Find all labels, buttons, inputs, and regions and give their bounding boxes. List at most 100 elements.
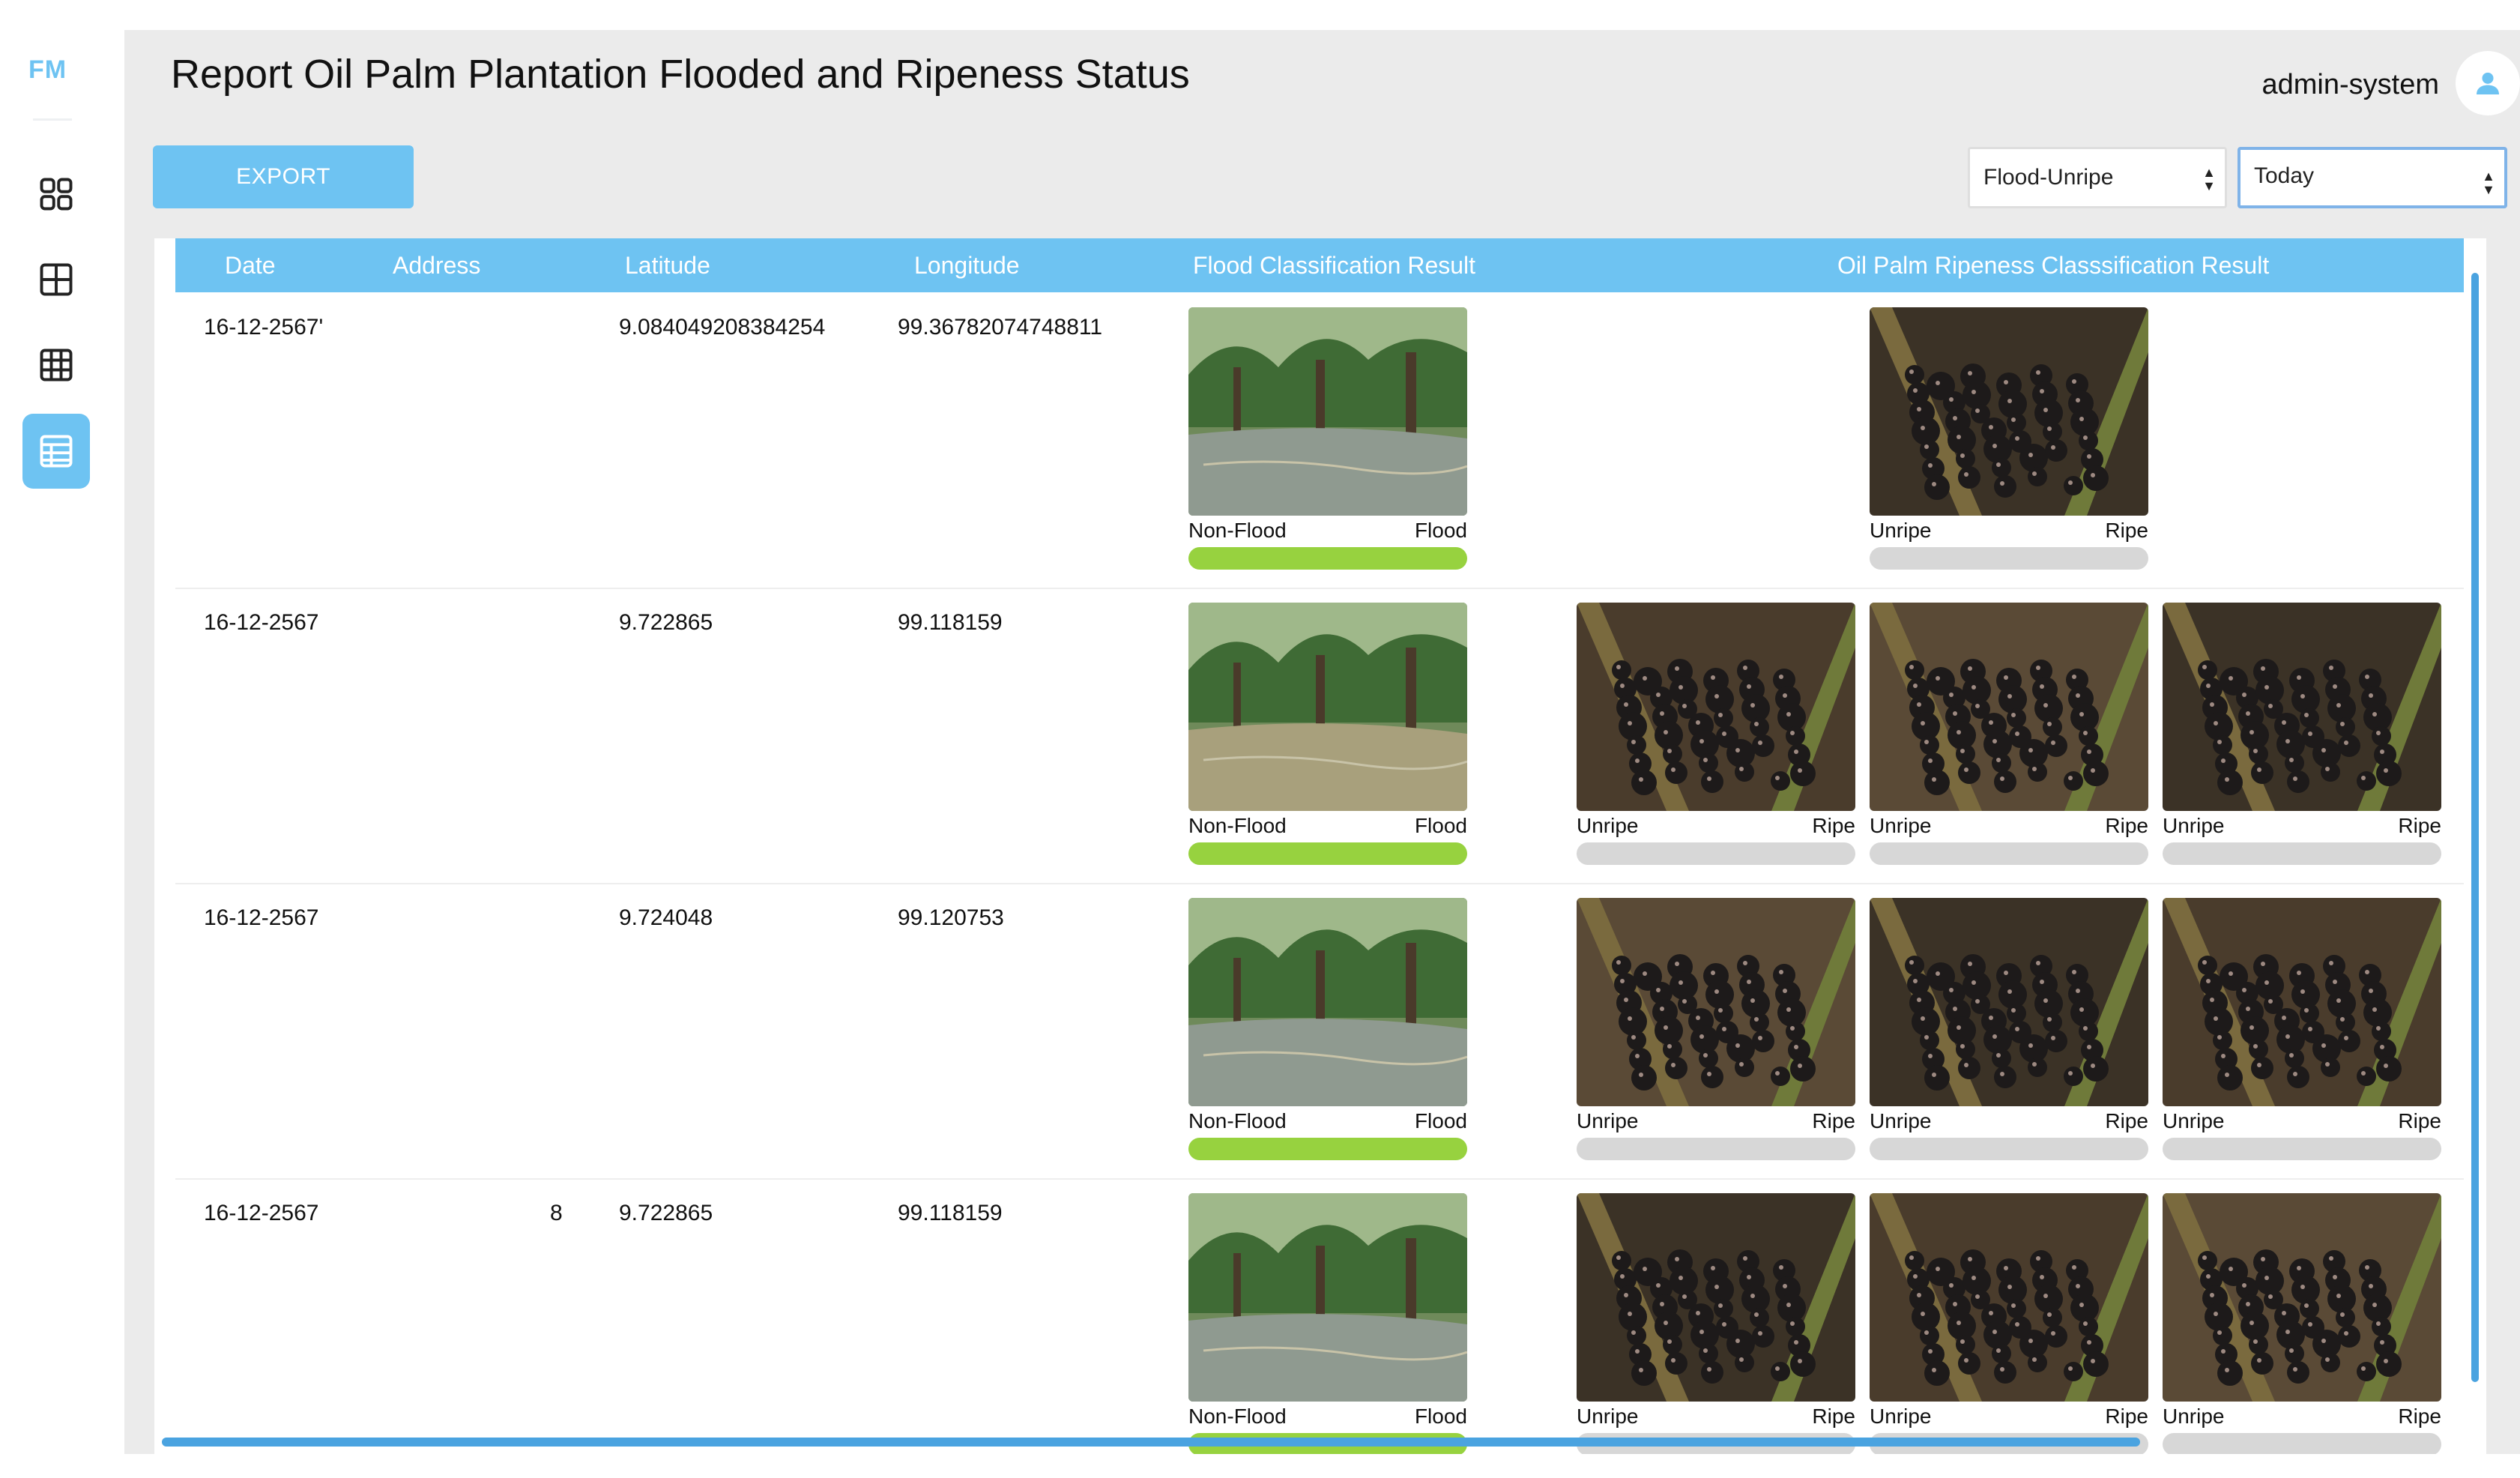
scale-right-label: Flood: [1414, 1405, 1467, 1428]
ripeness-progress-bar: [2163, 1433, 2441, 1454]
page-title: Report Oil Palm Plantation Flooded and R…: [171, 52, 1190, 97]
flood-result: Non-Flood Flood: [1188, 603, 1467, 865]
row-longitude: 99.120753: [898, 905, 1004, 930]
ripeness-result: Unripe Ripe: [1870, 1193, 2148, 1454]
scale-right-label: Ripe: [2398, 814, 2441, 837]
scale-left-label: Non-Flood: [1188, 519, 1287, 542]
scale-right-label: Ripe: [1812, 1109, 1855, 1132]
scale-left-label: Unripe: [1870, 519, 1932, 542]
sidebar-item-grid[interactable]: [22, 246, 90, 313]
flood-progress-bar: [1188, 842, 1467, 865]
row-longitude: 99.118159: [898, 1201, 1003, 1225]
scale-left-label: Unripe: [1577, 1109, 1639, 1132]
row-latitude: 9.722865: [619, 1201, 713, 1225]
table-header: Date Address Latitude Longitude Flood Cl…: [175, 238, 2464, 292]
vertical-scrollbar[interactable]: [2471, 273, 2479, 1382]
ripeness-progress-bar: [2163, 842, 2441, 865]
result-scale-labels: Unripe Ripe: [2163, 1109, 2441, 1135]
row-latitude: 9.722865: [619, 610, 713, 635]
export-button[interactable]: EXPORT: [153, 145, 414, 208]
scale-left-label: Unripe: [1577, 814, 1639, 837]
select-arrows-icon: ▲ ▼: [2482, 169, 2495, 197]
table-row[interactable]: 16-12-2567 8 9.722865 99.118159 Non-Flood Flo…: [175, 1178, 2464, 1454]
result-scale-labels: Non-Flood Flood: [1188, 1109, 1467, 1135]
user-name: admin-system: [2261, 69, 2440, 100]
avatar[interactable]: [2456, 51, 2520, 115]
main-panel: › Report Oil Palm Plantation Flooded and…: [124, 30, 2520, 1454]
status-filter-select[interactable]: Flood-Unripe ▲ ▼: [1968, 147, 2227, 208]
result-scale-labels: Unripe Ripe: [2163, 1405, 2441, 1430]
scale-right-label: Ripe: [2105, 1109, 2148, 1132]
row-longitude: 99.36782074748811: [898, 315, 1103, 340]
row-date: 16-12-2567: [204, 1201, 319, 1225]
ripeness-result: Unripe Ripe: [1870, 898, 2148, 1160]
palm-bunch-photo[interactable]: [2163, 603, 2441, 811]
column-longitude[interactable]: Longitude: [914, 252, 1020, 280]
scale-right-label: Ripe: [2398, 1405, 2441, 1428]
result-scale-labels: Non-Flood Flood: [1188, 1405, 1467, 1430]
ripeness-progress-bar: [1577, 842, 1855, 865]
scale-right-label: Flood: [1414, 1109, 1467, 1132]
scale-right-label: Ripe: [2105, 519, 2148, 542]
column-latitude[interactable]: Latitude: [625, 252, 710, 280]
sidebar-item-dashboard[interactable]: [22, 160, 90, 228]
date-range-value: Today: [2254, 163, 2315, 188]
table-row[interactable]: 16-12-2567 9.724048 99.120753 Non-Flood Floo…: [175, 883, 2464, 1180]
palm-bunch-photo[interactable]: [1870, 898, 2148, 1106]
result-scale-labels: Non-Flood Flood: [1188, 519, 1467, 544]
sidebar: FM: [0, 0, 124, 1478]
row-address: 8: [550, 1201, 563, 1225]
report-table: Date Address Latitude Longitude Flood Cl…: [154, 238, 2486, 1454]
flood-result: Non-Flood Flood: [1188, 307, 1467, 570]
flood-photo[interactable]: [1188, 603, 1467, 811]
flood-photo[interactable]: [1188, 1193, 1467, 1402]
scale-left-label: Unripe: [1577, 1405, 1639, 1428]
ripeness-result: Unripe Ripe: [2163, 898, 2441, 1160]
result-scale-labels: Unripe Ripe: [1870, 814, 2148, 839]
ripeness-result: Unripe Ripe: [1577, 603, 1855, 865]
scale-right-label: Flood: [1414, 519, 1467, 542]
column-ripeness-result[interactable]: Oil Palm Ripeness Classsification Result: [1837, 252, 2269, 280]
ripeness-progress-bar: [1870, 547, 2148, 570]
palm-bunch-photo[interactable]: [1870, 1193, 2148, 1402]
palm-bunch-photo[interactable]: [1870, 603, 2148, 811]
column-flood-result[interactable]: Flood Classification Result: [1193, 252, 1475, 280]
sidebar-item-table[interactable]: [22, 331, 90, 399]
scale-left-label: Unripe: [2163, 1405, 2225, 1428]
palm-bunch-photo[interactable]: [1577, 1193, 1855, 1402]
table-row[interactable]: 16-12-2567' 9.084049208384254 99.367820747…: [175, 292, 2464, 589]
palm-bunch-photo[interactable]: [2163, 1193, 2441, 1402]
result-scale-labels: Unripe Ripe: [1577, 1405, 1855, 1430]
result-scale-labels: Unripe Ripe: [1870, 519, 2148, 544]
result-scale-labels: Unripe Ripe: [2163, 814, 2441, 839]
palm-bunch-photo[interactable]: [1577, 603, 1855, 811]
ripeness-progress-bar: [1870, 842, 2148, 865]
palm-bunch-photo[interactable]: [2163, 898, 2441, 1106]
scale-right-label: Ripe: [2398, 1109, 2441, 1132]
flood-photo[interactable]: [1188, 307, 1467, 516]
ripeness-result: Unripe Ripe: [1577, 898, 1855, 1160]
flood-result: Non-Flood Flood: [1188, 898, 1467, 1160]
scale-left-label: Unripe: [2163, 1109, 2225, 1132]
scale-left-label: Non-Flood: [1188, 1109, 1287, 1132]
sidebar-item-report[interactable]: [22, 414, 90, 489]
ripeness-result: Unripe Ripe: [1870, 307, 2148, 570]
column-address[interactable]: Address: [393, 252, 480, 280]
row-date: 16-12-2567: [204, 905, 319, 930]
scale-left-label: Non-Flood: [1188, 1405, 1287, 1428]
palm-bunch-photo[interactable]: [1577, 898, 1855, 1106]
result-scale-labels: Unripe Ripe: [1870, 1405, 2148, 1430]
date-range-select[interactable]: Today ▲ ▼: [2238, 147, 2507, 208]
ripeness-result: Unripe Ripe: [1870, 603, 2148, 865]
column-date[interactable]: Date: [225, 252, 276, 280]
row-latitude: 9.084049208384254: [619, 315, 826, 340]
table-row[interactable]: 16-12-2567 9.722865 99.118159 Non-Flood Floo…: [175, 588, 2464, 884]
select-arrows-icon: ▲ ▼: [2202, 165, 2216, 193]
flood-photo[interactable]: [1188, 898, 1467, 1106]
user-icon: [2477, 72, 2499, 94]
palm-bunch-photo[interactable]: [1870, 307, 2148, 516]
scale-left-label: Unripe: [2163, 814, 2225, 837]
ripeness-result: Unripe Ripe: [1577, 1193, 1855, 1454]
flood-result: Non-Flood Flood: [1188, 1193, 1467, 1454]
horizontal-scrollbar[interactable]: [162, 1438, 2140, 1447]
